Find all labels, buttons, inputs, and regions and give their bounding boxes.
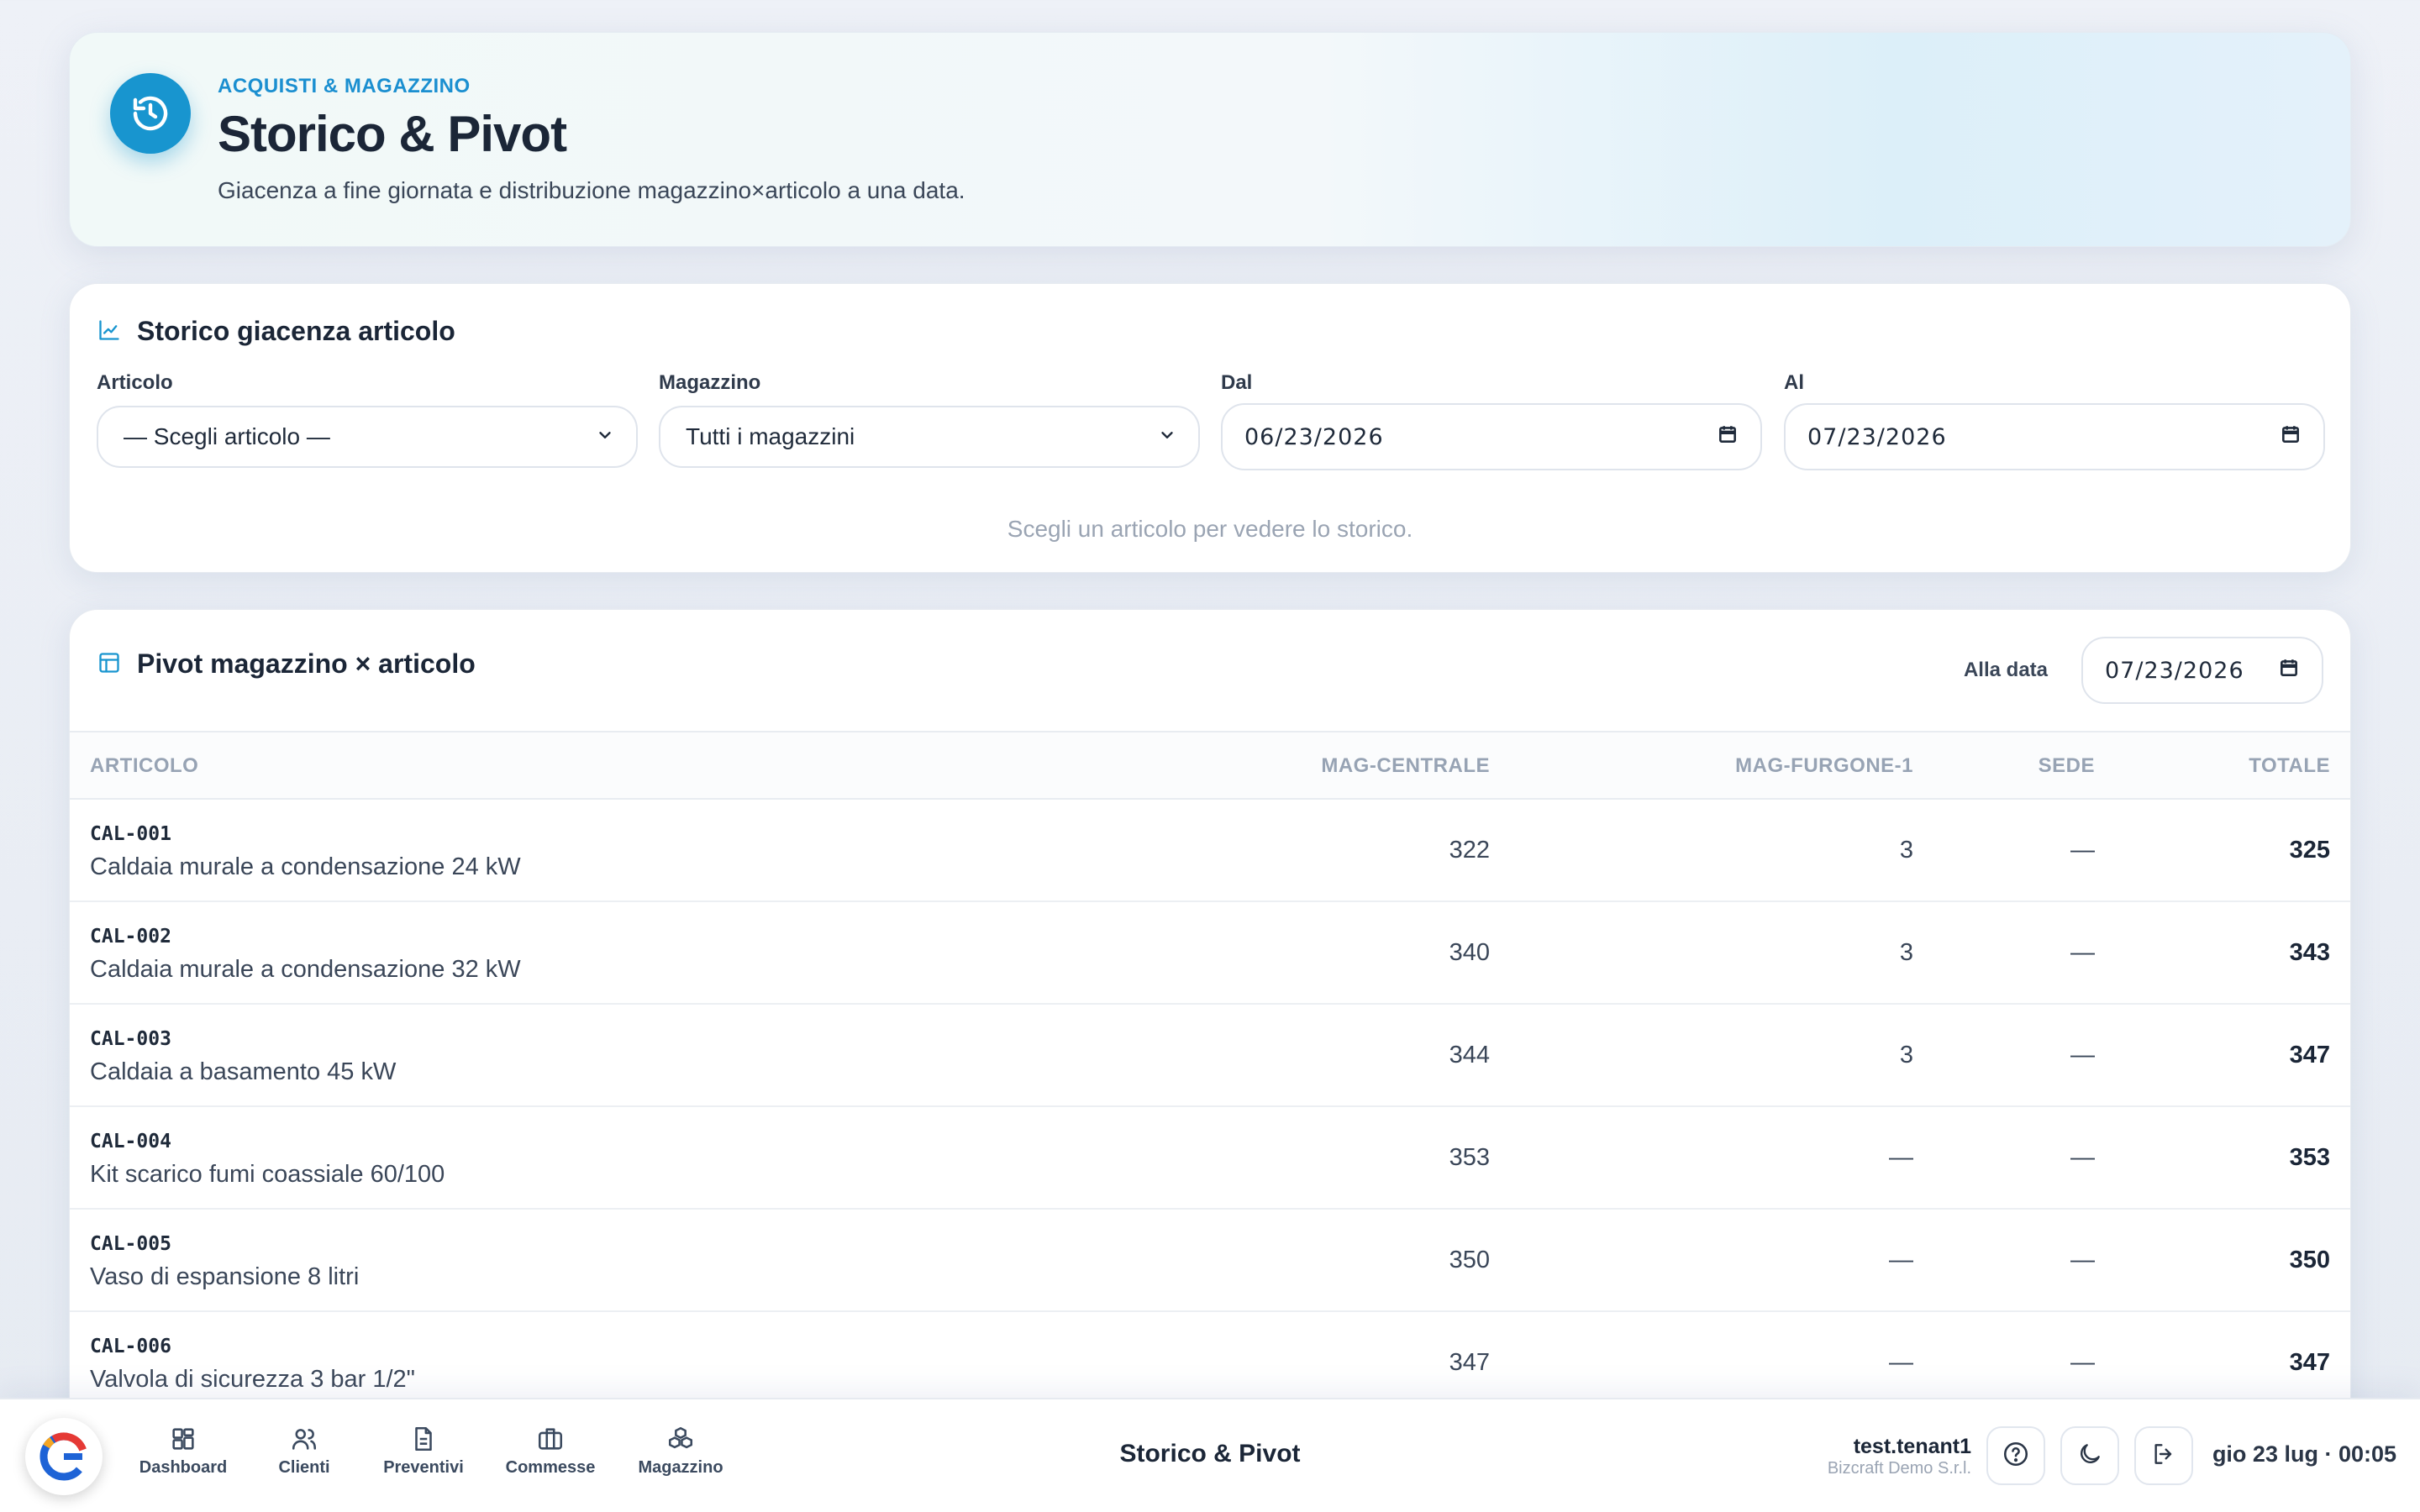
stock-history-card: Storico giacenza articolo Articolo — Sce… <box>69 283 2351 573</box>
logout-icon <box>2150 1441 2177 1472</box>
bottom-navigation-bar: Dashboard Clienti Preventivi Commesse Ma… <box>0 1398 2420 1512</box>
breadcrumb: ACQUISTI & MAGAZZINO <box>218 75 471 97</box>
warehouse-select-value: Tutti i magazzini <box>686 423 855 449</box>
page-title: Storico & Pivot <box>218 106 567 162</box>
qty-mag-centrale: 350 <box>1449 1247 1490 1273</box>
article-code: CAL-004 <box>90 1131 171 1152</box>
article-select-value: — Scegli articolo — <box>124 423 330 449</box>
qty-total: 353 <box>2289 1144 2330 1171</box>
chevron-down-icon <box>596 423 614 450</box>
qty-sede: — <box>2070 1247 2095 1273</box>
user-name: test.tenant1 <box>1853 1435 1971 1458</box>
from-date-value: 06/23/2026 <box>1244 423 1384 450</box>
qty-mag-furgone: 3 <box>1899 837 1913 864</box>
line-chart-icon <box>97 318 122 343</box>
qty-mag-centrale: 344 <box>1449 1042 1490 1068</box>
column-header-article[interactable]: ARTICOLO <box>90 754 198 778</box>
moon-icon <box>2076 1441 2103 1472</box>
table-row[interactable]: CAL-001 Caldaia murale a condensazione 2… <box>70 800 2350 902</box>
chevron-down-icon <box>1158 423 1176 450</box>
qty-mag-furgone: — <box>1889 1144 1913 1171</box>
from-date-input[interactable]: 06/23/2026 <box>1221 403 1762 470</box>
clock: gio 23 lug · 00:05 <box>2212 1441 2396 1467</box>
history-icon <box>110 73 191 154</box>
logout-button[interactable] <box>2134 1426 2193 1485</box>
table-row[interactable]: CAL-003 Caldaia a basamento 45 kW 344 3 … <box>70 1005 2350 1107</box>
qty-mag-furgone: — <box>1889 1349 1913 1376</box>
page-header: ACQUISTI & MAGAZZINO Storico & Pivot Gia… <box>69 32 2351 247</box>
calendar-icon[interactable] <box>1717 423 1739 451</box>
empty-state-hint: Scegli un articolo per vedere lo storico… <box>1007 516 1413 542</box>
article-select[interactable]: — Scegli articolo — <box>97 406 638 468</box>
qty-sede: — <box>2070 1349 2095 1376</box>
article-description: Caldaia murale a condensazione 24 kW <box>90 853 521 880</box>
to-date-input[interactable]: 07/23/2026 <box>1784 403 2325 470</box>
qty-sede: — <box>2070 939 2095 966</box>
table-icon <box>97 650 122 675</box>
table-row[interactable]: CAL-005 Vaso di espansione 8 litri 350 —… <box>70 1210 2350 1312</box>
card-title: Pivot magazzino × articolo <box>137 648 476 679</box>
column-header-mag-furgone[interactable]: MAG-FURGONE-1 <box>1735 754 1913 778</box>
qty-total: 325 <box>2289 837 2330 864</box>
dark-mode-toggle[interactable] <box>2060 1426 2119 1485</box>
qty-mag-centrale: 340 <box>1449 939 1490 966</box>
qty-mag-centrale: 353 <box>1449 1144 1490 1171</box>
pivot-date-input[interactable]: 07/23/2026 <box>2081 637 2323 704</box>
card-title: Storico giacenza articolo <box>137 316 455 346</box>
article-label: Articolo <box>97 371 173 394</box>
article-code: CAL-001 <box>90 823 171 845</box>
qty-mag-furgone: 3 <box>1899 1042 1913 1068</box>
help-icon <box>2002 1440 2030 1473</box>
pivot-date-label: Alla data <box>1963 659 2048 681</box>
article-code: CAL-002 <box>90 926 171 948</box>
article-description: Caldaia murale a condensazione 32 kW <box>90 956 521 983</box>
qty-sede: — <box>2070 1144 2095 1171</box>
article-code: CAL-006 <box>90 1336 171 1357</box>
calendar-icon[interactable] <box>2280 423 2302 451</box>
qty-mag-centrale: 347 <box>1449 1349 1490 1376</box>
article-description: Caldaia a basamento 45 kW <box>90 1058 397 1085</box>
qty-mag-furgone: 3 <box>1899 939 1913 966</box>
user-organization: Bizcraft Demo S.r.l. <box>1827 1459 1971 1478</box>
article-description: Kit scarico fumi coassiale 60/100 <box>90 1161 445 1188</box>
qty-mag-centrale: 322 <box>1449 837 1490 864</box>
qty-total: 347 <box>2289 1042 2330 1068</box>
qty-total: 347 <box>2289 1349 2330 1376</box>
to-date-label: Al <box>1784 371 1804 394</box>
article-code: CAL-003 <box>90 1028 171 1050</box>
from-date-label: Dal <box>1221 371 1253 394</box>
article-description: Valvola di sicurezza 3 bar 1/2" <box>90 1366 415 1393</box>
page-subtitle: Giacenza a fine giornata e distribuzione… <box>218 177 965 203</box>
to-date-value: 07/23/2026 <box>1807 423 1947 450</box>
current-page-title: Storico & Pivot <box>1119 1440 1301 1467</box>
article-code: CAL-005 <box>90 1233 171 1255</box>
qty-total: 350 <box>2289 1247 2330 1273</box>
pivot-card: Pivot magazzino × articolo Alla data 07/… <box>69 609 2351 1512</box>
table-row[interactable]: CAL-004 Kit scarico fumi coassiale 60/10… <box>70 1107 2350 1210</box>
qty-sede: — <box>2070 1042 2095 1068</box>
warehouse-label: Magazzino <box>659 371 761 394</box>
qty-total: 343 <box>2289 939 2330 966</box>
column-header-sede[interactable]: SEDE <box>2039 754 2095 778</box>
column-header-total[interactable]: TOTALE <box>2249 754 2330 778</box>
column-header-mag-centrale[interactable]: MAG-CENTRALE <box>1321 754 1490 778</box>
pivot-date-value: 07/23/2026 <box>2105 657 2244 684</box>
qty-sede: — <box>2070 837 2095 864</box>
qty-mag-furgone: — <box>1889 1247 1913 1273</box>
help-button[interactable] <box>1986 1426 2045 1485</box>
table-header: ARTICOLO MAG-CENTRALE MAG-FURGONE-1 SEDE… <box>70 731 2350 800</box>
warehouse-select[interactable]: Tutti i magazzini <box>659 406 1200 468</box>
table-row[interactable]: CAL-002 Caldaia murale a condensazione 3… <box>70 902 2350 1005</box>
calendar-icon[interactable] <box>2278 657 2300 685</box>
user-info: test.tenant1 Bizcraft Demo S.r.l. <box>1828 1435 1971 1478</box>
article-description: Vaso di espansione 8 litri <box>90 1263 360 1290</box>
